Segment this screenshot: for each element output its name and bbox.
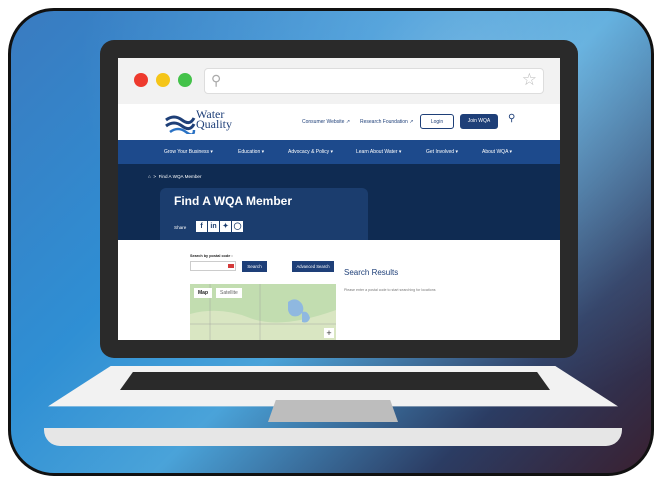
instagram-icon[interactable]: ◯ (232, 221, 243, 232)
location-icon (228, 264, 234, 268)
wqa-logo[interactable]: Water Quality (164, 108, 244, 136)
browser-toolbar: ⚲ ☆ (118, 58, 560, 104)
laptop-trackpad (268, 400, 398, 422)
nav-learn-about-water[interactable]: Learn About Water ▾ (356, 149, 401, 155)
research-foundation-link[interactable]: Research Foundation ↗ (360, 119, 413, 125)
site-search-icon[interactable]: ⚲ (508, 113, 515, 124)
laptop-screen: ⚲ ☆ Water Quality Consumer Website ↗ Res… (118, 58, 560, 340)
hero-card: Find A WQA Member Share f in ✦ ◯ (160, 188, 368, 240)
breadcrumb: ⌂ > Find A WQA Member (148, 174, 201, 179)
site-header: Water Quality Consumer Website ↗ Researc… (118, 104, 560, 140)
facebook-icon[interactable]: f (196, 221, 207, 232)
results-hint: Please enter a postal code to start sear… (344, 288, 436, 292)
maximize-window-button[interactable] (178, 73, 192, 87)
water-wave-icon (165, 115, 196, 134)
home-icon[interactable]: ⌂ (148, 174, 151, 179)
logo-text: Water Quality (196, 108, 232, 131)
satellite-view-tab[interactable]: Satellite (216, 288, 242, 298)
linkedin-icon[interactable]: in (208, 221, 219, 232)
member-map[interactable]: Map Satellite + (190, 284, 336, 340)
laptop-lip (44, 428, 622, 446)
twitter-icon[interactable]: ✦ (220, 221, 231, 232)
logo-line2: Quality (196, 117, 232, 131)
results-title: Search Results (344, 268, 399, 277)
nav-about-wqa[interactable]: About WQA ▾ (482, 149, 512, 155)
search-icon: ⚲ (211, 72, 222, 88)
breadcrumb-separator: > (152, 174, 158, 179)
nav-education[interactable]: Education ▾ (238, 149, 264, 155)
nav-grow-your-business[interactable]: Grow Your Business ▾ (164, 149, 213, 155)
nav-get-involved[interactable]: Get Involved ▾ (426, 149, 458, 155)
close-window-button[interactable] (134, 73, 148, 87)
breadcrumb-current: Find A WQA Member (158, 174, 202, 179)
zoom-in-button[interactable]: + (324, 328, 334, 338)
minimize-window-button[interactable] (156, 73, 170, 87)
postal-search-label: Search by postal code : (190, 254, 233, 258)
laptop-keyboard (120, 372, 550, 390)
consumer-website-link[interactable]: Consumer Website ↗ (302, 119, 350, 125)
address-bar[interactable]: ⚲ ☆ (204, 68, 544, 94)
hero-banner: ⌂ > Find A WQA Member Find A WQA Member … (118, 164, 560, 240)
nav-advocacy-policy[interactable]: Advocacy & Policy ▾ (288, 149, 333, 155)
page-title: Find A WQA Member (174, 194, 292, 208)
search-button[interactable]: Search (242, 261, 267, 272)
advanced-search-button[interactable]: Advanced Search (292, 261, 334, 272)
map-view-tab[interactable]: Map (194, 288, 212, 298)
main-nav: Grow Your Business ▾ Education ▾ Advocac… (118, 140, 560, 164)
login-button[interactable]: Login (420, 114, 454, 129)
share-label: Share (174, 225, 187, 230)
bookmark-star-icon[interactable]: ☆ (522, 70, 537, 90)
join-wqa-button[interactable]: Join WQA (460, 114, 498, 129)
postal-code-input[interactable] (190, 261, 236, 271)
